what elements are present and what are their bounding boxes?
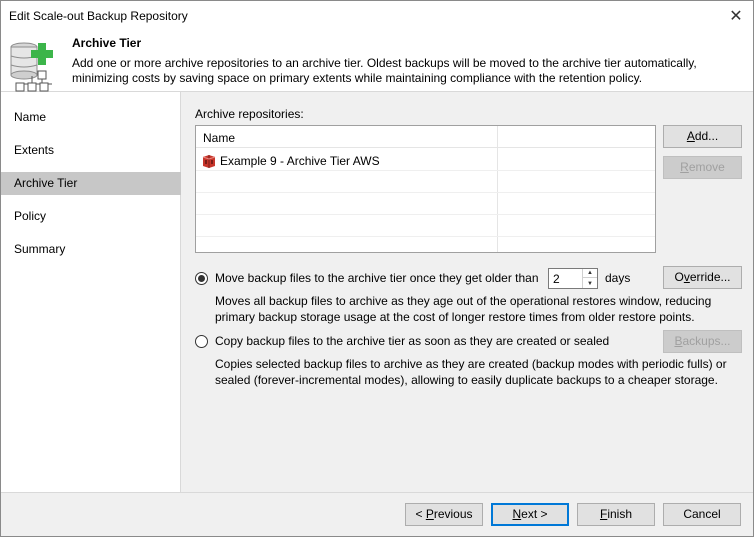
days-unit-label: days xyxy=(605,271,631,285)
row-divider xyxy=(196,214,655,215)
finish-button[interactable]: Finish xyxy=(577,503,655,526)
step-extents[interactable]: Extents xyxy=(1,139,181,162)
move-option-description: Moves all backup files to archive as the… xyxy=(215,294,712,324)
step-policy[interactable]: Policy xyxy=(1,205,181,228)
stepper-down-icon[interactable]: ▼ xyxy=(583,279,597,288)
override-button[interactable]: Override... xyxy=(663,266,742,289)
title-bar: Edit Scale-out Backup Repository ✕ xyxy=(1,1,753,32)
step-name[interactable]: Name xyxy=(1,106,181,129)
stepper-up-icon[interactable]: ▲ xyxy=(583,269,597,278)
main-panel: Archive repositories: Name Example 9 - A… xyxy=(182,92,753,492)
cancel-button[interactable]: Cancel xyxy=(663,503,741,526)
column-name-header: Name xyxy=(203,131,236,145)
remove-button[interactable]: Remove xyxy=(663,156,742,179)
add-button[interactable]: Add... xyxy=(663,125,742,148)
repository-name: Example 9 - Archive Tier AWS xyxy=(220,154,380,168)
scale-out-repository-icon xyxy=(10,42,53,92)
days-stepper[interactable]: 2 ▲ ▼ xyxy=(548,268,598,289)
row-divider xyxy=(196,236,655,237)
column-header[interactable]: Name xyxy=(196,126,655,148)
move-option-radio[interactable] xyxy=(195,272,208,285)
stepper-arrows: ▲ ▼ xyxy=(582,269,597,288)
next-button[interactable]: Next > xyxy=(491,503,569,526)
wizard-steps: Name Extents Archive Tier Policy Summary xyxy=(1,92,181,492)
backups-button[interactable]: Backups... xyxy=(663,330,742,353)
radio-selected-dot xyxy=(198,275,205,282)
previous-button[interactable]: < Previous xyxy=(405,503,483,526)
archive-repositories-list[interactable]: Name Example 9 - Archive Tier AWS xyxy=(195,125,656,253)
step-archive-tier[interactable]: Archive Tier xyxy=(1,172,181,195)
close-icon[interactable]: ✕ xyxy=(723,5,749,27)
step-summary[interactable]: Summary xyxy=(1,238,181,261)
aws-bucket-icon xyxy=(202,154,216,168)
copy-option-radio[interactable] xyxy=(195,335,208,348)
row-divider xyxy=(196,192,655,193)
move-option-label[interactable]: Move backup files to the archive tier on… xyxy=(215,271,539,285)
days-value: 2 xyxy=(553,272,560,286)
page-title: Archive Tier xyxy=(72,36,142,50)
window-title: Edit Scale-out Backup Repository xyxy=(9,9,188,23)
wizard-footer: < Previous Next > Finish Cancel xyxy=(1,492,753,536)
row-divider xyxy=(196,170,655,171)
dialog-window: Edit Scale-out Backup Repository ✕ Archi… xyxy=(0,0,754,537)
page-header: Archive Tier Add one or more archive rep… xyxy=(1,32,753,92)
copy-option-description: Copies selected backup files to archive … xyxy=(215,357,727,387)
copy-option-label[interactable]: Copy backup files to the archive tier as… xyxy=(215,334,609,348)
page-description: Add one or more archive repositories to … xyxy=(72,56,697,85)
table-row[interactable]: Example 9 - Archive Tier AWS xyxy=(202,153,380,169)
column-divider xyxy=(497,126,498,252)
archive-repositories-label: Archive repositories: xyxy=(195,107,304,121)
